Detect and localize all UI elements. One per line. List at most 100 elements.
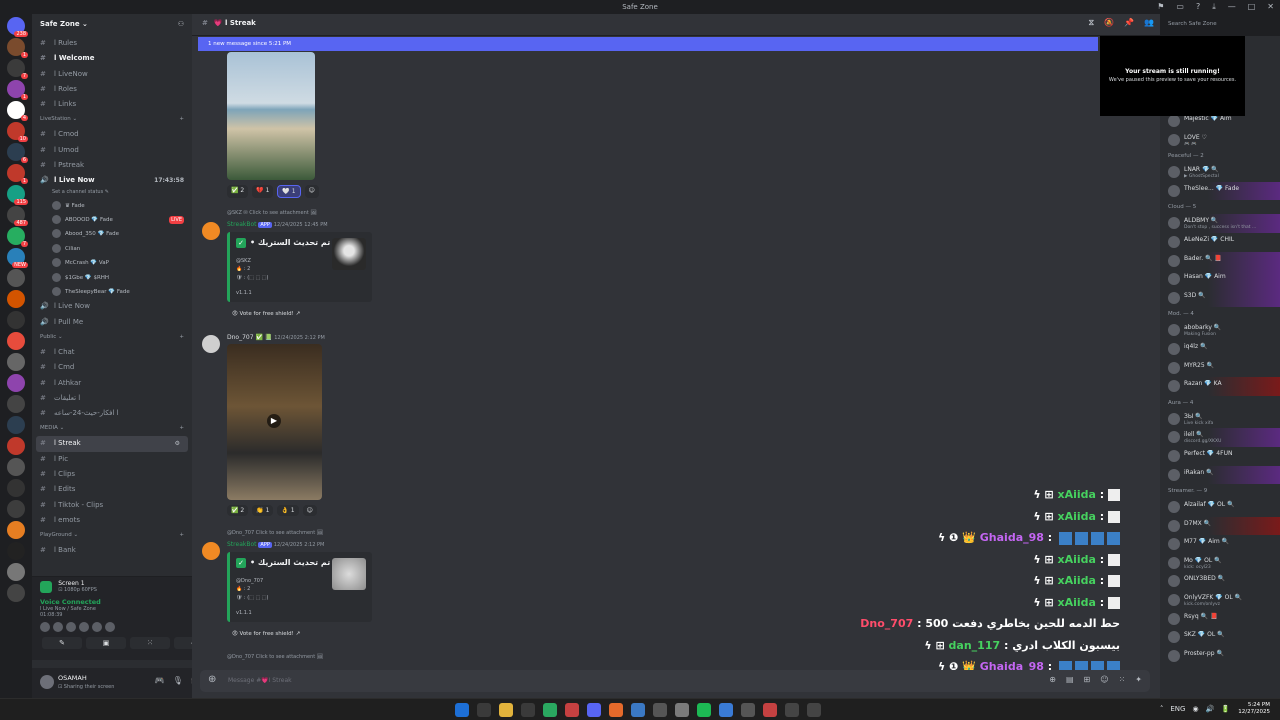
server-icon[interactable]: 7	[7, 227, 28, 247]
message-input[interactable]: Message #💗ا Streak	[228, 677, 292, 684]
taskbar-app-icon[interactable]	[499, 703, 513, 717]
channel-item[interactable]: # ا Pstreak	[32, 158, 192, 173]
member-item[interactable]: LNAR 💎 🔍 ▶ GhostSpectal	[1160, 163, 1280, 182]
channel-item[interactable]: # ا Edits	[32, 482, 192, 497]
member-item[interactable]: Bader. 🔍 📕	[1160, 251, 1280, 271]
server-icon[interactable]: 6	[7, 143, 28, 163]
member-item[interactable]: Alzailaf 💎 OL 🔍	[1160, 498, 1280, 517]
voice-user[interactable]: $1Gbe 💎 $RHH	[32, 271, 192, 285]
voice-action-button[interactable]: ▣	[86, 637, 126, 649]
member-item[interactable]: Razan 💎 KA	[1160, 377, 1280, 396]
member-item[interactable]: ALeNeZi 💎 CHIL	[1160, 233, 1280, 252]
server-icon[interactable]	[7, 500, 25, 518]
member-item[interactable]: MYR25 🔍	[1160, 359, 1280, 378]
server-icon[interactable]	[7, 374, 25, 392]
taskbar-app-icon[interactable]	[785, 703, 799, 717]
add-channel-icon[interactable]: +	[179, 421, 184, 436]
member-item[interactable]: ALDBMY 🔍 Don't stop , success isn't that …	[1160, 214, 1280, 233]
search-input[interactable]: Search Safe Zone	[1160, 14, 1280, 36]
channel-item[interactable]: # ا Links	[32, 97, 192, 112]
invite-icon[interactable]: ⚇	[178, 20, 184, 28]
member-item[interactable]: OnlyVZFK 💎 OL 🔍 kick.com/onlyvz	[1160, 591, 1280, 610]
window-control-icon[interactable]: ⤓	[1212, 2, 1216, 12]
taskbar-app-icon[interactable]	[763, 703, 777, 717]
window-control-icon[interactable]: ▭	[1176, 2, 1184, 12]
reaction[interactable]: 👌 1	[277, 505, 299, 516]
member-item[interactable]: Hasan 💎 Aim	[1160, 270, 1280, 289]
category-public[interactable]: Public ⌄ +	[32, 330, 192, 345]
channel-item[interactable]: # ا Athkar	[32, 376, 192, 391]
taskbar-app-icon[interactable]	[521, 703, 535, 717]
avatar[interactable]	[202, 335, 220, 353]
avatar[interactable]	[202, 222, 220, 240]
attachment-image[interactable]	[227, 52, 315, 180]
server-icon[interactable]: 115	[7, 185, 28, 205]
channel-item[interactable]: # ا emots	[32, 513, 192, 528]
member-item[interactable]: abobarky 🔍 Making Fusion	[1160, 321, 1280, 340]
voice-user[interactable]: TheSleepyBear 💎 Fade	[32, 285, 192, 299]
taskbar-app-icon[interactable]	[587, 703, 601, 717]
channel-item[interactable]: 🔊 ا Pull Me	[32, 315, 192, 330]
add-channel-icon[interactable]: +	[179, 112, 184, 127]
channel-item[interactable]: # ا Clips	[32, 467, 192, 482]
taskbar-app-icon[interactable]	[543, 703, 557, 717]
member-item[interactable]: LOVE ♡ 🎮 🎮	[1160, 131, 1280, 150]
taskbar-app-icon[interactable]	[675, 703, 689, 717]
play-icon[interactable]: ▶	[267, 414, 281, 428]
user-control-icon[interactable]: 🎙	[173, 676, 183, 685]
settings-icon[interactable]: ⚙	[175, 436, 180, 451]
add-channel-icon[interactable]: +	[179, 330, 184, 345]
embed-thumbnail[interactable]	[332, 238, 366, 270]
reaction[interactable]: ☺	[304, 185, 319, 198]
reply-reference[interactable]: @Dno_707 Click to see attachment 🖼	[227, 654, 323, 660]
channel-item[interactable]: 🔊 ا Live Now	[32, 299, 192, 314]
tray-icon[interactable]: ˄	[1160, 705, 1164, 713]
header-tool-icon[interactable]: 📌	[1124, 18, 1134, 28]
voice-user[interactable]: Abood_350 💎 Fade	[32, 227, 192, 241]
attachment-video[interactable]: ▶	[227, 344, 322, 500]
channel-item[interactable]: # ا Bank	[32, 543, 192, 558]
reaction[interactable]: 👏 1	[252, 505, 274, 516]
server-icon[interactable]	[7, 416, 25, 434]
header-tool-icon[interactable]: 🔕	[1104, 18, 1114, 28]
category-livestation[interactable]: LiveStation ⌄ +	[32, 112, 192, 127]
server-icon[interactable]: 1	[7, 80, 28, 100]
voice-action-button[interactable]: ⁙	[130, 637, 170, 649]
member-item[interactable]: Perfect 💎 4FUN	[1160, 447, 1280, 466]
server-icon[interactable]	[7, 269, 25, 287]
taskbar-app-icon[interactable]	[631, 703, 645, 717]
server-icon[interactable]	[7, 542, 25, 560]
channel-item[interactable]: # ا Welcome	[32, 51, 192, 66]
voice-user[interactable]: ABOOOD 💎 Fade LIVE	[32, 213, 192, 227]
server-icon[interactable]	[7, 458, 25, 476]
taskbar-app-icon[interactable]	[609, 703, 623, 717]
channel-item[interactable]: # ا Rules	[32, 36, 192, 51]
member-item[interactable]: iRakan 🔍	[1160, 465, 1280, 485]
server-icon[interactable]: 487	[7, 206, 28, 226]
embed-mention[interactable]: @Dno_707	[236, 578, 263, 584]
member-item[interactable]: Mo 💎 OL 🔍 kick: ocyl23	[1160, 554, 1280, 573]
reaction[interactable]: 💔 1	[252, 185, 274, 198]
composer-tool-icon[interactable]: ▤	[1066, 675, 1074, 684]
channel-status[interactable]: Set a channel status ✎	[32, 189, 192, 199]
embed-thumbnail[interactable]	[332, 558, 366, 590]
tray-icon[interactable]: 🔊	[1206, 705, 1215, 713]
channel-item[interactable]: # ا Cmod	[32, 127, 192, 142]
voice-channel-live-now[interactable]: 🔊 ا Live Now 17:43:58	[32, 173, 192, 188]
composer-tool-icon[interactable]: ⁙	[1119, 675, 1126, 684]
server-icon[interactable]	[7, 437, 25, 455]
channel-item[interactable]: # ا Tiktok - Clips	[32, 498, 192, 513]
server-icon[interactable]	[7, 479, 25, 497]
composer-tool-icon[interactable]: ☺	[1100, 675, 1108, 684]
taskbar-app-icon[interactable]	[455, 703, 469, 717]
channel-item[interactable]: # ا Umod	[32, 143, 192, 158]
window-control-icon[interactable]: ⚑	[1157, 2, 1164, 12]
server-icon[interactable]	[7, 353, 25, 371]
taskbar-app-icon[interactable]	[807, 703, 821, 717]
window-control-icon[interactable]: □	[1248, 2, 1256, 12]
server-icon[interactable]	[7, 332, 25, 350]
server-icon[interactable]: 1	[7, 164, 28, 184]
composer-tool-icon[interactable]: ✦	[1135, 675, 1142, 684]
composer-tool-icon[interactable]: ⊕	[1049, 675, 1056, 684]
category-playground[interactable]: PlayGround ⌄ +	[32, 528, 192, 543]
